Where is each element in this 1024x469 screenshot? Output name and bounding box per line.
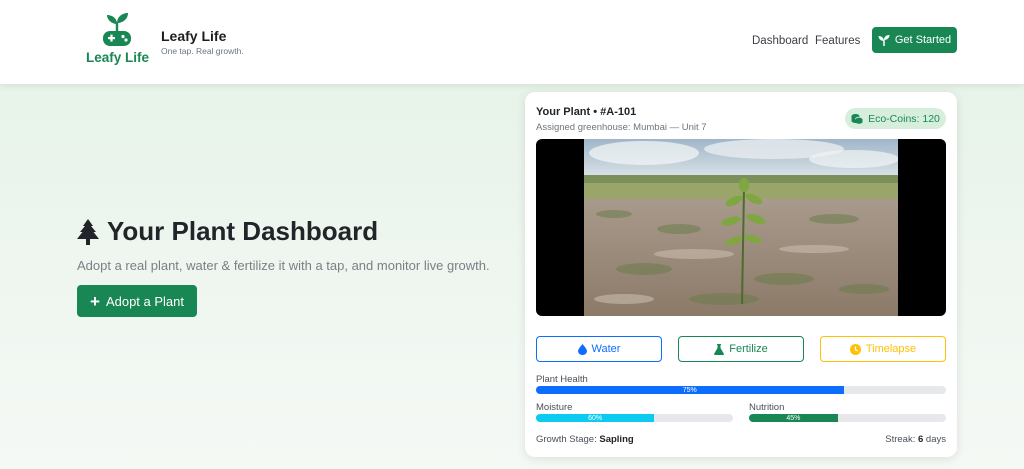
adopt-plant-button[interactable]: + Adopt a Plant [77, 285, 197, 317]
plus-icon: + [90, 291, 100, 311]
nav-dashboard-link[interactable]: Dashboard [752, 35, 808, 47]
streak-unit: days [925, 434, 946, 445]
plant-health-bar: 75% [536, 386, 946, 394]
brand-logo-text: Leafy Life [86, 50, 150, 65]
nutrition-label: Nutrition [749, 402, 785, 413]
get-started-label: Get Started [894, 34, 952, 46]
nutrition-fill: 45% [749, 414, 838, 422]
fertilize-label: Fertilize [729, 343, 768, 355]
brand-logo[interactable]: Leafy Life [86, 12, 150, 68]
timelapse-button[interactable]: Timelapse [820, 336, 946, 362]
plant-title: Your Plant • #A-101 [536, 106, 637, 118]
plant-live-video[interactable] [536, 139, 946, 316]
flask-icon [714, 343, 725, 355]
page-title-text: Your Plant Dashboard [107, 216, 379, 246]
sprout-gamepad-icon [103, 13, 131, 46]
clock-icon [849, 343, 861, 355]
moisture-label: Moisture [536, 402, 573, 413]
coins-icon [851, 114, 863, 124]
plant-card: Your Plant • #A-101 Assigned greenhouse:… [525, 92, 957, 457]
plant-health-label: Plant Health [536, 374, 588, 385]
top-navbar: Leafy Life Leafy Life One tap. Real grow… [0, 0, 1024, 84]
water-button[interactable]: Water [536, 336, 662, 362]
greenhouse-info: Assigned greenhouse: Mumbai — Unit 7 [536, 122, 707, 133]
page-title: Your Plant Dashboard [76, 216, 378, 247]
streak: Streak: 6 days [885, 434, 946, 445]
streak-label: Streak: [885, 434, 916, 445]
growth-stage-label: Growth Stage: [536, 434, 597, 445]
plant-health-fill: 75% [536, 386, 844, 394]
growth-stage: Growth Stage: Sapling [536, 434, 634, 445]
brand-name[interactable]: Leafy Life [161, 28, 226, 44]
brand-tagline: One tap. Real growth. [161, 46, 244, 56]
page-subtitle: Adopt a real plant, water & fertilize it… [77, 258, 490, 273]
adopt-plant-label: Adopt a Plant [105, 293, 184, 309]
tree-icon [77, 218, 99, 245]
growth-stage-value: Sapling [599, 434, 634, 445]
streak-value: 6 [917, 434, 924, 445]
moisture-fill: 60% [536, 414, 655, 422]
nav-features-link[interactable]: Features [815, 35, 860, 47]
seedling-icon [878, 34, 890, 46]
eco-coins-text: Eco-Coins: 120 [868, 112, 940, 125]
plant-photo [584, 139, 898, 316]
fertilize-button[interactable]: Fertilize [678, 336, 804, 362]
moisture-bar: 60% [536, 414, 733, 422]
droplet-icon [577, 343, 587, 355]
get-started-button[interactable]: Get Started [872, 27, 957, 53]
nutrition-bar: 45% [749, 414, 946, 422]
water-label: Water [591, 343, 621, 355]
eco-coins-badge: Eco-Coins: 120 [845, 108, 946, 129]
timelapse-label: Timelapse [865, 343, 917, 355]
